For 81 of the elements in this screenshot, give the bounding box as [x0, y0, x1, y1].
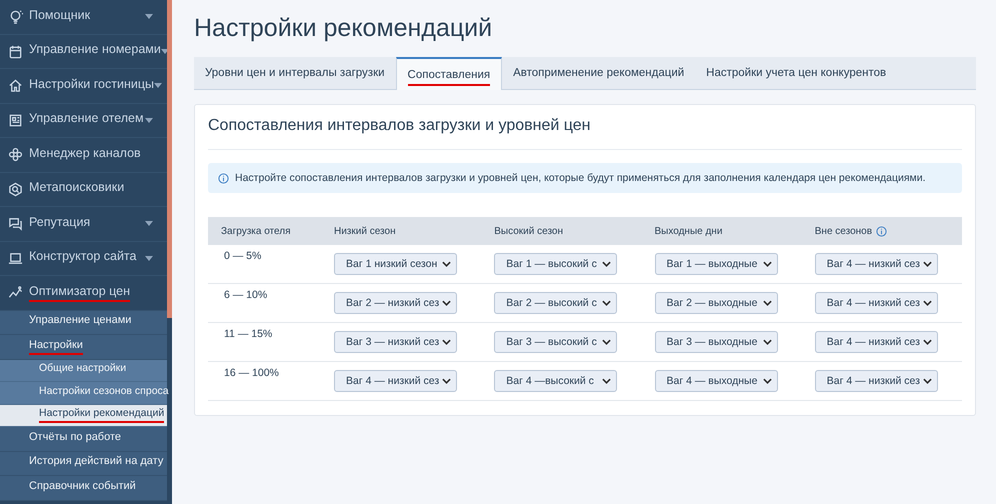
chevron-icon	[442, 378, 451, 384]
tab[interactable]: Настройки учета цен конкурентов	[695, 57, 898, 89]
scrollbar-thumb[interactable]	[167, 0, 172, 318]
chevron-icon	[602, 261, 612, 267]
nav-label: Конструктор сайта	[29, 249, 136, 266]
caret-icon	[145, 256, 153, 261]
chevron-icon	[602, 300, 612, 306]
chevron-icon	[922, 261, 932, 267]
nav-icon	[8, 78, 23, 94]
info-text: Настройте сопоставления интервалов загрузки и уровней цен, которые будут применяться для заполнения календаря цен рекомендациями.	[235, 172, 926, 184]
tab[interactable]: Сопоставления	[396, 57, 502, 90]
column-label: Выходные дни	[654, 226, 722, 236]
load-range: 6 — 10%	[224, 289, 268, 301]
nav-icon	[8, 147, 23, 162]
submenu-item[interactable]: Настройки	[0, 335, 167, 360]
chevron-icon	[922, 339, 932, 345]
chevron-icon	[762, 378, 772, 384]
nav-label: Оптимизатор цен	[29, 284, 130, 302]
caret-icon	[154, 83, 162, 88]
nav-label: Управление номерами	[29, 42, 161, 58]
submenu-item[interactable]: Общие настройки	[0, 360, 167, 382]
nav-label: Настройки гостиницы	[29, 76, 154, 93]
column-label: Вне сезонов	[814, 226, 872, 236]
rate-select[interactable]: Ваг 4 —высокий с	[494, 370, 618, 392]
column-label: Высокий сезон	[494, 226, 564, 236]
caret-icon	[145, 118, 153, 123]
nav-icon	[8, 216, 23, 232]
nav-icon	[8, 112, 23, 128]
chevron-icon	[602, 339, 612, 345]
caret-icon	[145, 14, 153, 20]
chevron-icon	[442, 339, 451, 345]
column-label: Низкий сезон	[334, 226, 396, 236]
rate-select[interactable]: Ваг 1 — выходные	[654, 253, 778, 275]
nav-icon	[8, 250, 23, 266]
rate-select[interactable]: Ваг 2 — выходные	[654, 292, 778, 314]
chevron-icon	[442, 300, 451, 306]
rate-select[interactable]: Ваг 2 — высокий с	[494, 292, 618, 314]
nav-label: Помощник	[29, 8, 90, 24]
chevron-icon	[922, 300, 932, 306]
chevron-icon	[442, 261, 451, 267]
load-range: 11 — 15%	[224, 328, 272, 340]
page-title: Настройки рекомендаций	[194, 14, 494, 43]
chevron-icon	[922, 378, 932, 384]
rate-select[interactable]: Ваг 4 — низкий сез	[814, 292, 938, 314]
chevron-icon	[762, 339, 772, 345]
rate-select[interactable]: Ваг 3 — высокий с	[494, 331, 618, 353]
rate-select[interactable]: Ваг 1 — высокий с	[494, 253, 618, 275]
info-icon	[218, 172, 229, 184]
rate-select[interactable]: Ваг 4 — низкий сез	[814, 370, 938, 392]
nav-icon	[8, 9, 23, 24]
submenu-item[interactable]: История действий на дату	[0, 452, 167, 476]
column-label: Загрузка отеля	[221, 226, 291, 236]
submenu-item[interactable]: Настройки сезонов спроса	[0, 382, 167, 404]
submenu-item[interactable]: Отчёты по работе	[0, 427, 167, 452]
submenu-item[interactable]: Управление ценами	[0, 310, 167, 335]
rate-select[interactable]: Ваг 3 — выходные	[654, 331, 778, 353]
nav-icon	[8, 44, 23, 59]
rate-select[interactable]: Ваг 2 — низкий сез	[334, 292, 457, 314]
rate-select[interactable]: Ваг 4 — низкий сез	[814, 331, 938, 353]
nav-label: Управление отелем	[29, 111, 144, 128]
nav-icon	[8, 182, 23, 197]
load-range: 0 — 5%	[224, 250, 262, 262]
submenu-item[interactable]: Справочник событий	[0, 476, 167, 500]
panel-title: Сопоставления интервалов загрузки и уровней цен	[208, 105, 962, 150]
caret-icon	[145, 221, 153, 226]
tab[interactable]: Автоприменение рекомендаций	[502, 57, 696, 89]
rate-select[interactable]: Ваг 1 низкий сезон	[334, 253, 457, 275]
nav-icon	[8, 285, 23, 300]
nav-label: Репутация	[29, 214, 90, 231]
rate-select[interactable]: Ваг 4 — низкий сез	[334, 370, 457, 392]
tab[interactable]: Уровни цен и интервалы загрузки	[194, 57, 396, 89]
chevron-icon	[762, 300, 772, 306]
rate-select[interactable]: Ваг 4 — низкий сез	[814, 253, 938, 275]
nav-label: Метапоисковики	[29, 180, 124, 196]
rate-select[interactable]: Ваг 3 — низкий сез	[334, 331, 457, 353]
submenu-item[interactable]: Настройки рекомендаций	[0, 404, 167, 427]
load-range: 16 — 100%	[224, 367, 279, 379]
rate-select[interactable]: Ваг 4 — выходные	[654, 370, 778, 392]
nav-label: Менеджер каналов	[29, 146, 141, 162]
chevron-icon	[762, 261, 772, 267]
chevron-icon	[602, 378, 612, 384]
